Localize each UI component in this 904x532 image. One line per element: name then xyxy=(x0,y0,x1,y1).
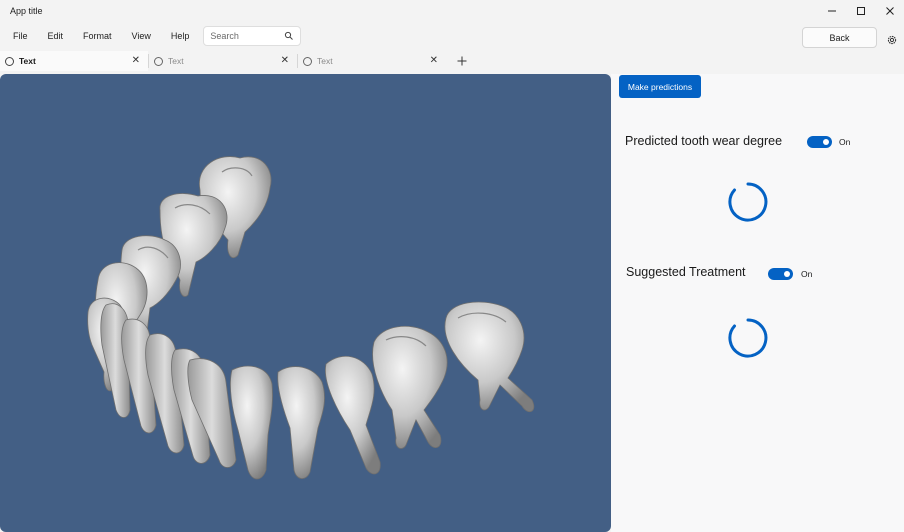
wear-loading-spinner-icon xyxy=(728,182,768,222)
minimize-button[interactable] xyxy=(817,0,846,22)
menu-view[interactable]: View xyxy=(122,25,161,47)
tab-label: Text xyxy=(317,56,333,66)
maximize-icon xyxy=(856,7,865,15)
tab-status-icon xyxy=(5,56,14,66)
3d-viewport[interactable] xyxy=(0,74,611,532)
wear-degree-toggle[interactable] xyxy=(807,136,832,148)
tab-3[interactable]: Text ✕ xyxy=(298,51,446,71)
suggested-treatment-label: Suggested Treatment xyxy=(626,265,746,279)
tooth-molar xyxy=(444,301,535,413)
tooth-canine xyxy=(324,355,381,475)
tab-close-icon[interactable]: ✕ xyxy=(132,55,140,66)
close-icon xyxy=(885,7,894,15)
close-window-button[interactable] xyxy=(875,0,904,22)
toggle-knob xyxy=(823,139,829,145)
toggle-knob xyxy=(784,271,790,277)
title-bar: App title xyxy=(0,0,904,22)
tab-label: Text xyxy=(19,56,36,66)
make-predictions-button[interactable]: Make predictions xyxy=(619,75,701,98)
gear-icon[interactable] xyxy=(886,34,898,46)
wear-degree-label: Predicted tooth wear degree xyxy=(625,134,783,148)
back-button[interactable]: Back xyxy=(802,27,877,48)
tooth-incisor xyxy=(277,366,325,479)
window-controls xyxy=(817,0,904,22)
tab-close-icon[interactable]: ✕ xyxy=(430,55,438,66)
tab-label: Text xyxy=(168,56,184,66)
app-title: App title xyxy=(10,6,43,16)
tab-status-icon xyxy=(303,56,312,66)
menu-bar: File Edit Format View Help xyxy=(0,25,904,47)
menu-help[interactable]: Help xyxy=(161,25,200,47)
tooth-molar xyxy=(372,325,448,449)
menu-file[interactable]: File xyxy=(3,25,38,47)
tab-status-icon xyxy=(154,56,163,66)
search-input[interactable] xyxy=(210,31,283,41)
suggested-treatment-toggle-label: On xyxy=(801,269,813,279)
search-icon[interactable] xyxy=(284,31,294,41)
tab-close-icon[interactable]: ✕ xyxy=(281,55,289,66)
dental-arch-model xyxy=(87,156,535,480)
add-tab-button[interactable] xyxy=(452,51,472,71)
tab-1[interactable]: Text ✕ xyxy=(0,51,148,71)
treatment-loading-spinner-icon xyxy=(728,318,768,358)
wear-degree-toggle-label: On xyxy=(839,137,851,147)
maximize-button[interactable] xyxy=(846,0,875,22)
tab-2[interactable]: Text ✕ xyxy=(149,51,297,71)
suggested-treatment-toggle[interactable] xyxy=(768,268,793,280)
tooth-incisor xyxy=(230,365,273,480)
plus-icon xyxy=(457,56,467,66)
minimize-icon xyxy=(827,10,836,12)
menu-format[interactable]: Format xyxy=(73,25,122,47)
menu-edit[interactable]: Edit xyxy=(38,25,74,47)
tab-bar: Text ✕ Text ✕ Text ✕ xyxy=(0,51,904,71)
search-box xyxy=(203,26,302,46)
